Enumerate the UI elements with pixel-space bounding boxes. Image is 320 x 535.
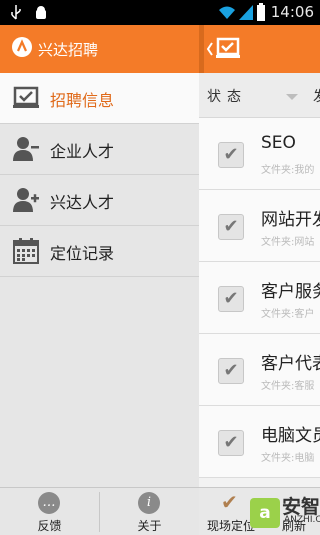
chat-icon: …	[38, 492, 60, 514]
job-folder: 文件夹:网站	[261, 237, 315, 248]
filter-bar: 状态 发	[199, 73, 320, 118]
drawer-shadow	[199, 25, 204, 73]
info-icon: i	[138, 492, 160, 514]
job-folder: 文件夹:电脑	[261, 453, 315, 464]
job-row[interactable]: ✔ 电脑文员 文件夹:电脑	[199, 406, 320, 478]
job-checkbox[interactable]: ✔	[218, 142, 244, 168]
drawer-title: 兴达招聘	[38, 41, 99, 59]
main-panel: 状态 发 ✔ SEO 文件夹:我的 ✔ 网站开发 文件夹:网站 ✔ 客户服务 文…	[199, 25, 320, 535]
job-folder: 文件夹:客服	[261, 381, 315, 392]
anzhi-logo-icon: a	[250, 498, 280, 528]
menu-item-location-records[interactable]: 定位记录	[0, 226, 199, 277]
job-row[interactable]: ✔ 网站开发 文件夹:网站	[199, 190, 320, 262]
secondary-filter[interactable]: 发	[313, 86, 320, 106]
feedback-button[interactable]: … 反馈	[0, 488, 99, 535]
drawer-header[interactable]: 兴达招聘	[0, 25, 199, 73]
job-checkbox[interactable]: ✔	[218, 358, 244, 384]
person-minus-icon	[13, 137, 39, 161]
menu-item-job-info[interactable]: 招聘信息	[0, 73, 199, 124]
job-title: 客户服务	[261, 282, 320, 302]
menu-item-company-talent[interactable]: 企业人才	[0, 124, 199, 175]
menu-item-label: 企业人才	[50, 142, 115, 161]
drawer-toggle-button[interactable]	[206, 36, 248, 62]
job-row[interactable]: ✔ SEO 文件夹:我的	[199, 118, 320, 190]
job-row[interactable]: ✔ 客户代表 文件夹:客服	[199, 334, 320, 406]
job-folder: 文件夹:我的	[261, 165, 315, 176]
person-plus-icon	[13, 188, 39, 212]
feedback-label: 反馈	[37, 519, 62, 533]
laptop-check-icon	[13, 86, 39, 108]
dropdown-arrow-icon[interactable]	[286, 94, 298, 100]
signal-icon	[239, 5, 253, 20]
job-checkbox[interactable]: ✔	[218, 430, 244, 456]
job-title: SEO	[261, 133, 296, 153]
menu-item-label: 定位记录	[50, 244, 115, 263]
job-row[interactable]: ✔ 客户服务 文件夹:客户	[199, 262, 320, 334]
anzhi-watermark: a 安智 ANZHI.COM	[246, 492, 320, 534]
status-bar: 14:06	[0, 0, 320, 25]
about-button[interactable]: i 关于	[100, 488, 199, 535]
checkmark-icon: ✔	[221, 490, 238, 514]
status-filter[interactable]: 状态	[207, 86, 247, 106]
job-title: 电脑文员	[261, 426, 320, 446]
menu-item-label: 兴达人才	[50, 193, 115, 212]
job-title: 客户代表	[261, 354, 320, 374]
menu-item-xingda-talent[interactable]: 兴达人才	[0, 175, 199, 226]
watermark-sub: ANZHI.COM	[284, 515, 320, 525]
job-title: 网站开发	[261, 210, 320, 230]
job-folder: 文件夹:客户	[261, 309, 315, 320]
calendar-icon	[13, 238, 39, 264]
about-label: 关于	[137, 519, 162, 533]
usb-icon	[11, 5, 21, 20]
job-checkbox[interactable]: ✔	[218, 286, 244, 312]
menu-item-label: 招聘信息	[50, 91, 115, 110]
navigation-drawer: 兴达招聘 招聘信息 企业人才 兴达人才 定位记录 … 反馈 i 关于	[0, 25, 199, 535]
main-header	[199, 25, 320, 73]
app-logo-icon	[12, 37, 32, 57]
android-debug-icon	[36, 6, 46, 19]
status-time: 14:06	[270, 3, 314, 21]
job-checkbox[interactable]: ✔	[218, 214, 244, 240]
drawer-footer: … 反馈 i 关于	[0, 487, 199, 535]
wifi-icon	[219, 6, 235, 19]
battery-icon	[257, 3, 265, 21]
